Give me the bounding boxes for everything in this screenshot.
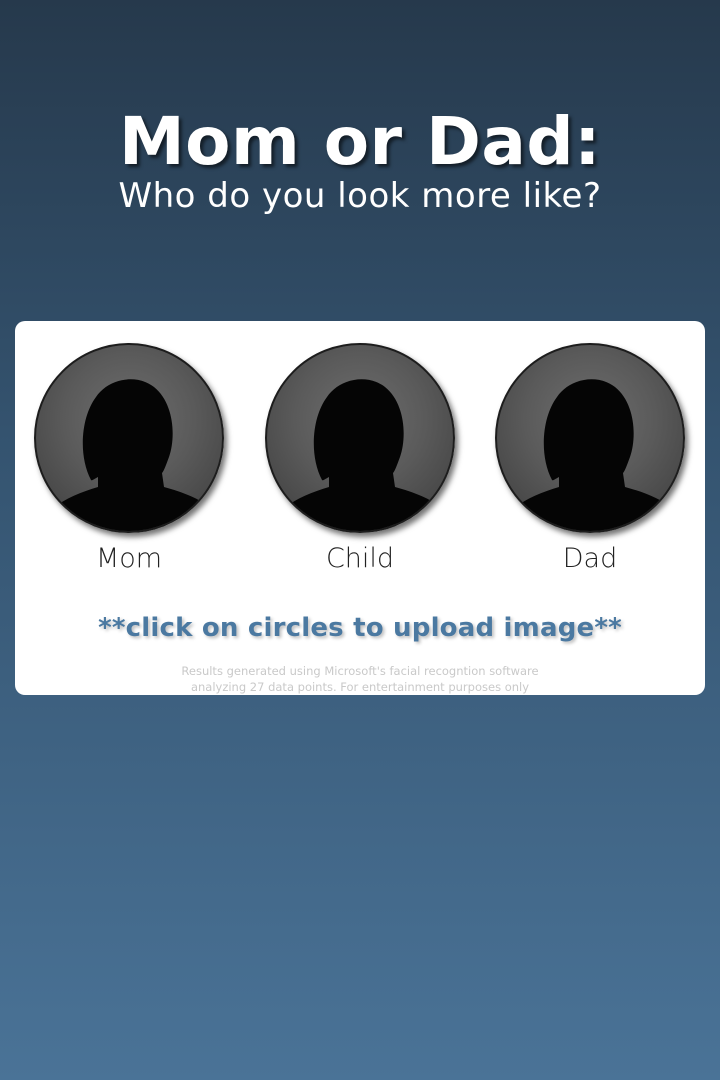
child-upload-circle[interactable] xyxy=(265,343,455,533)
person-silhouette-icon xyxy=(505,379,679,531)
disclaimer: Results generated using Microsoft's faci… xyxy=(15,663,705,695)
page-subtitle: Who do you look more like? xyxy=(118,176,602,216)
face-list: Mom Child Dad xyxy=(15,343,705,583)
dad-photo-slot[interactable]: Dad xyxy=(495,343,685,574)
header: Mom or Dad: Who do you look more like? xyxy=(0,100,720,216)
upload-card: Mom Child Dad **click on circles to uplo… xyxy=(15,321,705,695)
person-silhouette-icon xyxy=(44,379,218,531)
dad-upload-circle[interactable] xyxy=(495,343,685,533)
child-photo-slot[interactable]: Child xyxy=(265,343,455,574)
person-silhouette-icon xyxy=(275,379,449,531)
child-label: Child xyxy=(325,543,395,574)
upload-instruction: **click on circles to upload image** xyxy=(98,613,622,643)
page-title: Mom or Dad: xyxy=(118,103,602,180)
mom-photo-slot[interactable]: Mom xyxy=(34,343,224,574)
disclaimer-line-1: Results generated using Microsoft's faci… xyxy=(181,664,539,678)
mom-upload-circle[interactable] xyxy=(34,343,224,533)
mom-label: Mom xyxy=(95,543,163,574)
disclaimer-line-2: analyzing 27 data points. For entertainm… xyxy=(190,680,530,694)
dad-label: Dad xyxy=(562,543,618,574)
